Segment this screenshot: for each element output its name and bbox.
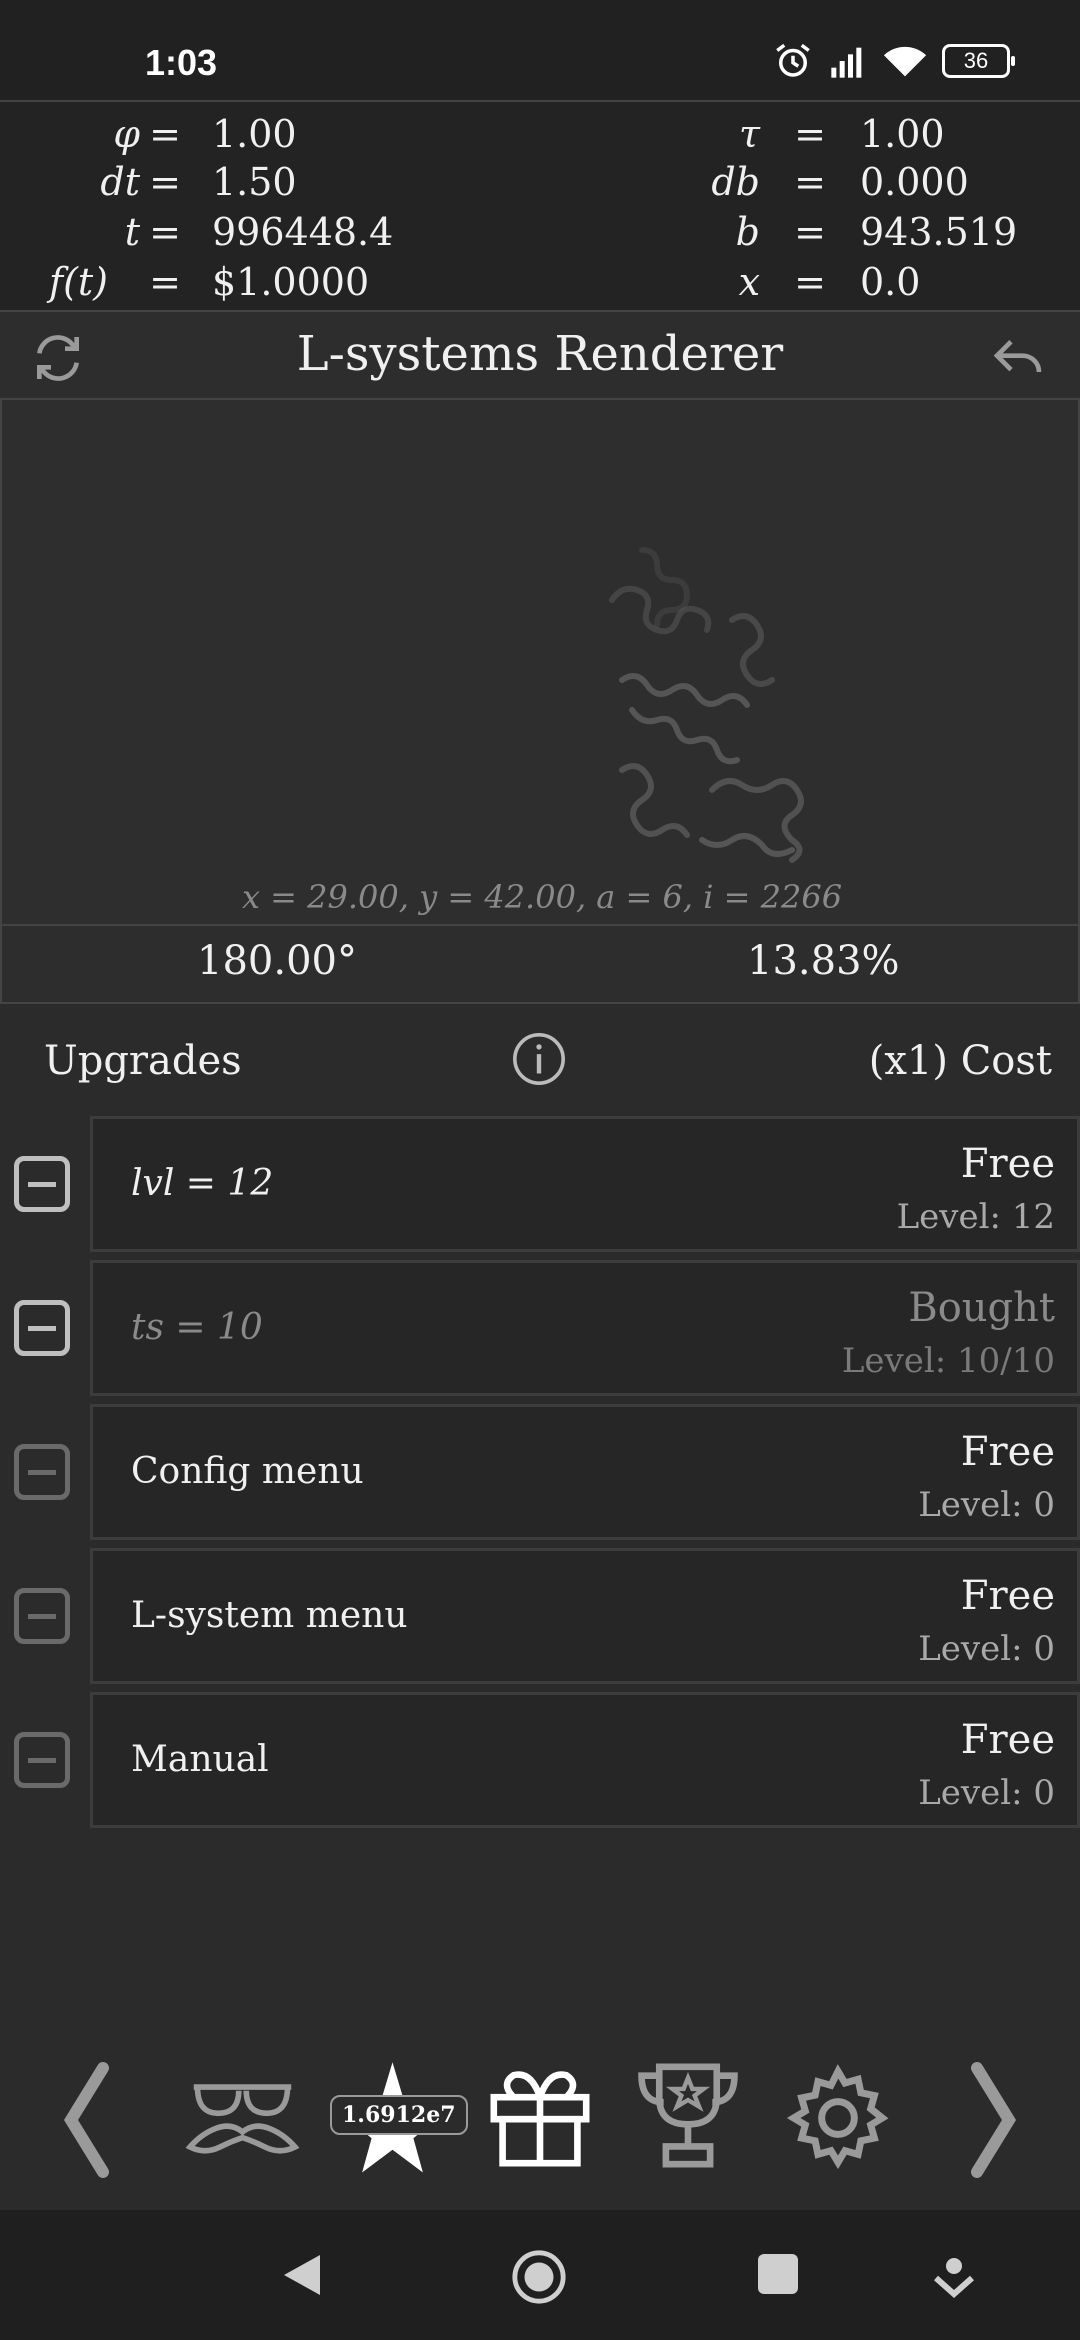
upgrade-title: lvl = 12 [131, 1163, 274, 1204]
undo-icon[interactable] [990, 330, 1046, 386]
upgrade-row: L-system menu Free Level: 0 [0, 1548, 1080, 1684]
equals-sign: = [149, 260, 181, 304]
upgrade-cost: Free [960, 1573, 1055, 1619]
variable-value: 1.50 [212, 160, 297, 204]
variable-name: τ [738, 112, 760, 156]
progress-readout: 13.83% [747, 938, 900, 984]
currency-badge: 1.6912e7 [330, 2095, 468, 2135]
upgrade-title: ts = 10 [131, 1307, 263, 1348]
variable-name: db [711, 160, 760, 204]
variable-name: t [124, 210, 140, 254]
equals-sign: = [794, 160, 826, 204]
upgrade-level: Level: 0 [918, 1629, 1055, 1669]
variable-value: 0.000 [860, 160, 969, 204]
bottom-nav [0, 2040, 1080, 2230]
upgrade-row: Config menu Free Level: 0 [0, 1404, 1080, 1540]
angle-readout: 180.00° [197, 938, 357, 984]
trophy-icon[interactable] [632, 2058, 744, 2173]
home-icon[interactable] [510, 2248, 568, 2306]
upgrade-level: Level: 12 [896, 1197, 1055, 1237]
status-time: 1:03 [145, 42, 218, 83]
alarm-icon [776, 43, 810, 77]
chevron-left-icon[interactable] [55, 2060, 115, 2180]
decrease-button[interactable] [14, 1588, 70, 1644]
equals-sign: = [149, 112, 181, 156]
signal-icon [831, 47, 862, 78]
equals-sign: = [794, 112, 826, 156]
upgrade-card[interactable]: Config menu Free Level: 0 [90, 1404, 1080, 1540]
equals-sign: = [794, 260, 826, 304]
variable-value: 943.519 [860, 210, 1018, 254]
upgrade-row: Manual Free Level: 0 [0, 1692, 1080, 1828]
upgrade-level: Level: 0 [918, 1773, 1055, 1813]
chevron-right-icon[interactable] [965, 2060, 1025, 2180]
lsystem-fractal [609, 547, 804, 863]
variable-name: dt [100, 160, 140, 204]
variables-panel: φ = 1.00 dt = 1.50 t = 996448.4 f(t) = $… [0, 100, 1080, 312]
render-canvas[interactable]: x = 29.00, y = 42.00, a = 6, i = 2266 [0, 400, 1080, 924]
decrease-button[interactable] [14, 1732, 70, 1788]
upgrade-card[interactable]: Manual Free Level: 0 [90, 1692, 1080, 1828]
cursor-coordinates: x = 29.00, y = 42.00, a = 6, i = 2266 [241, 878, 843, 916]
variable-value: 1.00 [212, 112, 297, 156]
variable-name: f(t) [49, 260, 108, 304]
equals-sign: = [149, 210, 181, 254]
settings-icon[interactable] [782, 2062, 894, 2174]
title-bar: L-systems Renderer [0, 312, 1080, 400]
assistant-icon[interactable] [932, 2254, 976, 2298]
upgrade-card[interactable]: lvl = 12 Free Level: 12 [90, 1116, 1080, 1252]
variable-value: $1.0000 [212, 260, 370, 304]
battery-icon: 36 [942, 44, 1015, 78]
upgrade-level: Level: 0 [918, 1485, 1055, 1525]
upgrade-cost: Free [960, 1717, 1055, 1763]
upgrade-cost: Bought [908, 1285, 1055, 1331]
system-nav-bar [0, 2210, 1080, 2340]
back-icon[interactable] [280, 2250, 324, 2300]
recents-icon[interactable] [756, 2252, 800, 2296]
decrease-button[interactable] [14, 1444, 70, 1500]
info-icon[interactable] [510, 1030, 568, 1088]
cost-label: (x1) Cost [868, 1038, 1052, 1084]
upgrade-row: ts = 10 Bought Level: 10/10 [0, 1260, 1080, 1396]
upgrade-title: Manual [131, 1739, 269, 1780]
upgrades-label: Upgrades [44, 1038, 242, 1084]
upgrade-row: lvl = 12 Free Level: 12 [0, 1116, 1080, 1252]
info-strip: 180.00° 13.83% [0, 924, 1080, 1004]
upgrade-title: Config menu [131, 1451, 364, 1492]
upgrade-card[interactable]: L-system menu Free Level: 0 [90, 1548, 1080, 1684]
upgrade-title: L-system menu [131, 1595, 408, 1636]
upgrade-card[interactable]: ts = 10 Bought Level: 10/10 [90, 1260, 1080, 1396]
upgrades-header: Upgrades (x1) Cost [0, 1030, 1080, 1100]
variable-name: φ [113, 112, 140, 156]
variable-value: 1.00 [860, 112, 945, 156]
page-title: L-systems Renderer [296, 326, 784, 382]
variable-value: 0.0 [860, 260, 921, 304]
upgrade-cost: Free [960, 1141, 1055, 1187]
decrease-button[interactable] [14, 1300, 70, 1356]
equals-sign: = [794, 210, 826, 254]
equals-sign: = [149, 160, 181, 204]
decrease-button[interactable] [14, 1156, 70, 1212]
disguise-icon[interactable] [185, 2072, 300, 2162]
status-bar: 1:03 36 [0, 0, 1080, 100]
variable-name: x [738, 260, 760, 304]
wifi-icon [883, 46, 927, 77]
upgrade-level: Level: 10/10 [841, 1341, 1055, 1381]
variable-name: b [735, 210, 760, 254]
gift-icon[interactable] [485, 2062, 595, 2172]
variable-value: 996448.4 [212, 210, 394, 254]
upgrade-cost: Free [960, 1429, 1055, 1475]
status-icons: 36 [772, 40, 1015, 82]
